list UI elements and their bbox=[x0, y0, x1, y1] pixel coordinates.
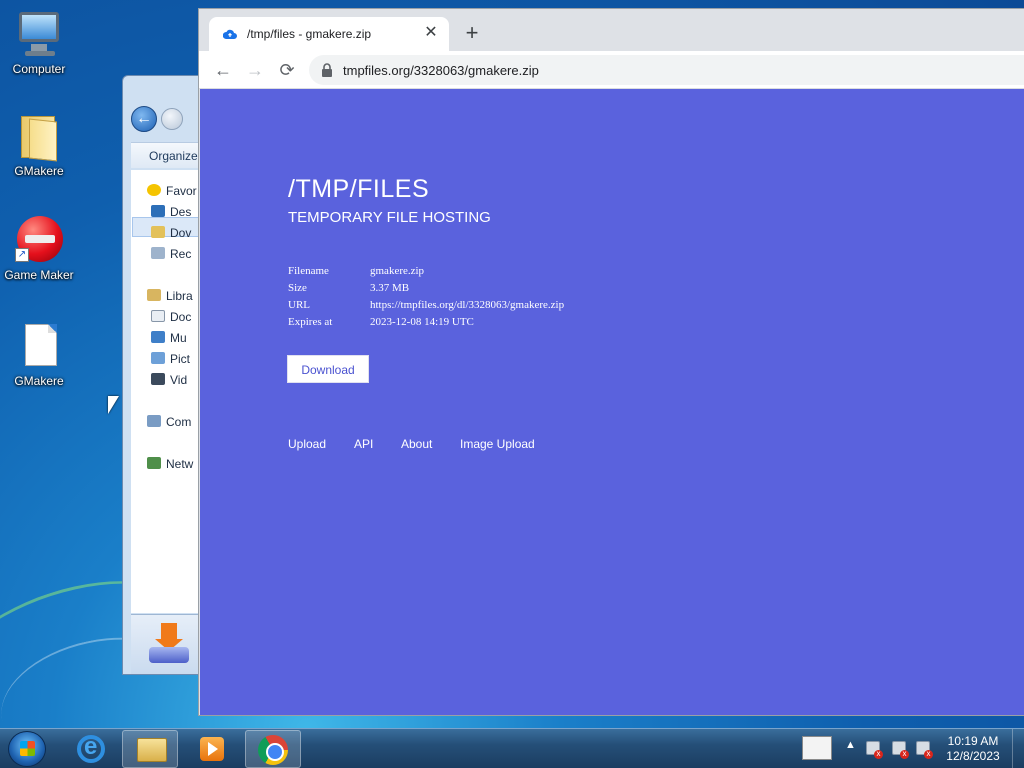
videos-icon bbox=[151, 373, 165, 385]
nav-item-documents[interactable]: Doc bbox=[151, 310, 191, 324]
info-value: gmakere.zip bbox=[370, 265, 425, 277]
nav-item-network[interactable]: Netw bbox=[147, 457, 193, 471]
chrome-icon bbox=[258, 735, 288, 765]
game-maker-icon: ↗ bbox=[15, 216, 63, 264]
info-key: URL bbox=[288, 299, 310, 311]
nav-item-pictures[interactable]: Pict bbox=[151, 352, 190, 366]
desktop-icon-computer[interactable]: Computer bbox=[0, 10, 78, 76]
footer-link-image-upload[interactable]: Image Upload bbox=[460, 437, 535, 451]
organize-label: Organize bbox=[149, 149, 198, 163]
nav-item-recent[interactable]: Rec bbox=[151, 247, 191, 261]
desktop-icon-label: Game Maker bbox=[4, 268, 74, 282]
show-hidden-icons-button[interactable]: ▲ bbox=[845, 739, 856, 751]
url-text[interactable]: tmpfiles.org/3328063/gmakere.zip bbox=[343, 63, 539, 78]
taskbar-windows-explorer[interactable] bbox=[122, 730, 178, 768]
desktop-icon-gmakere-folder[interactable]: GMakere bbox=[0, 112, 78, 178]
cloud-upload-icon bbox=[223, 29, 237, 39]
footer-link-api[interactable]: API bbox=[354, 437, 373, 451]
desktop-icon-label: GMakere bbox=[14, 374, 64, 388]
desktop-icon-gmakere-file[interactable]: GMakere bbox=[0, 322, 78, 388]
pen-input-icon[interactable] bbox=[802, 736, 832, 760]
nav-item-computer[interactable]: Com bbox=[147, 415, 191, 429]
clock-date: 12/8/2023 bbox=[946, 749, 1000, 763]
show-desktop-button[interactable] bbox=[1012, 729, 1024, 768]
info-value: 3.37 MB bbox=[370, 282, 410, 294]
nav-item-favorites[interactable]: Favor bbox=[147, 184, 197, 198]
page-content: /TMP/FILES TEMPORARY FILE HOSTING Filena… bbox=[200, 89, 1024, 715]
taskbar-internet-explorer[interactable] bbox=[62, 730, 118, 768]
network-status-icon[interactable] bbox=[892, 741, 909, 759]
info-key: Size bbox=[288, 282, 307, 294]
tab-strip: /tmp/files - gmakere.zip ✕ + bbox=[199, 9, 1024, 51]
close-icon[interactable]: ✕ bbox=[421, 23, 441, 43]
folder-icon bbox=[15, 112, 63, 162]
start-button[interactable] bbox=[8, 731, 46, 767]
system-clock[interactable]: 10:19 AM 12/8/2023 bbox=[940, 734, 1006, 764]
nav-item-libraries[interactable]: Libra bbox=[147, 289, 193, 303]
clock-time: 10:19 AM bbox=[947, 734, 999, 748]
mouse-cursor-icon bbox=[108, 396, 119, 414]
desktop-icon-game-maker[interactable]: ↗ Game Maker bbox=[0, 216, 78, 282]
browser-window[interactable]: /tmp/files - gmakere.zip ✕ + ← → ⟳ tmpfi… bbox=[198, 8, 1024, 716]
site-subtitle: TEMPORARY FILE HOSTING bbox=[288, 209, 491, 226]
site-title: /TMP/FILES bbox=[288, 175, 430, 203]
recent-places-icon bbox=[151, 247, 165, 259]
volume-muted-icon[interactable] bbox=[916, 741, 933, 759]
nav-item-music[interactable]: Mu bbox=[151, 331, 187, 345]
media-player-icon bbox=[200, 737, 224, 761]
download-button[interactable]: Download bbox=[287, 355, 369, 383]
explorer-back-button[interactable]: ← bbox=[131, 106, 157, 132]
lock-icon[interactable] bbox=[321, 63, 333, 77]
info-key: Filename bbox=[288, 265, 329, 277]
file-icon bbox=[15, 322, 63, 370]
pictures-icon bbox=[151, 352, 165, 364]
libraries-icon bbox=[147, 289, 161, 301]
browser-toolbar: ← → ⟳ tmpfiles.org/3328063/gmakere.zip bbox=[199, 51, 1024, 89]
info-value: https://tmpfiles.org/dl/3328063/gmakere.… bbox=[370, 299, 565, 311]
back-arrow-icon[interactable]: ← bbox=[209, 56, 237, 84]
computer-icon bbox=[15, 10, 63, 58]
footer-link-about[interactable]: About bbox=[401, 437, 432, 451]
taskbar-media-player[interactable] bbox=[183, 730, 239, 768]
star-icon bbox=[147, 184, 161, 196]
shortcut-arrow-icon: ↗ bbox=[15, 248, 29, 262]
info-value: 2023-12-08 14:19 UTC bbox=[370, 316, 474, 328]
network-icon bbox=[147, 457, 161, 469]
action-center-icon[interactable] bbox=[866, 741, 883, 759]
new-tab-button[interactable]: + bbox=[459, 21, 485, 47]
nav-item-videos[interactable]: Vid bbox=[151, 373, 187, 387]
music-icon bbox=[151, 331, 165, 343]
desktop-icon bbox=[151, 205, 165, 217]
nav-item-downloads[interactable]: Dov bbox=[151, 226, 191, 240]
desktop-icon-label: GMakere bbox=[14, 164, 64, 178]
forward-arrow-icon[interactable]: → bbox=[241, 56, 269, 84]
taskbar-chrome[interactable] bbox=[245, 730, 301, 768]
downloads-icon bbox=[151, 226, 165, 238]
download-drive-icon bbox=[149, 623, 191, 667]
footer-link-upload[interactable]: Upload bbox=[288, 437, 326, 451]
documents-icon bbox=[151, 310, 165, 322]
folder-icon bbox=[137, 738, 167, 762]
nav-item-desktop[interactable]: Des bbox=[151, 205, 191, 219]
internet-explorer-icon bbox=[77, 733, 105, 763]
tab-title: /tmp/files - gmakere.zip bbox=[247, 27, 372, 41]
desktop-icon-label: Computer bbox=[12, 62, 66, 76]
reload-icon[interactable]: ⟳ bbox=[273, 56, 301, 84]
info-key: Expires at bbox=[288, 316, 333, 328]
address-bar[interactable]: tmpfiles.org/3328063/gmakere.zip bbox=[309, 55, 1024, 85]
tab-tmpfiles[interactable]: /tmp/files - gmakere.zip ✕ bbox=[209, 17, 449, 51]
explorer-forward-button[interactable] bbox=[161, 108, 183, 130]
computer-icon bbox=[147, 415, 161, 427]
taskbar: ▲ 10:19 AM 12/8/2023 bbox=[0, 728, 1024, 768]
